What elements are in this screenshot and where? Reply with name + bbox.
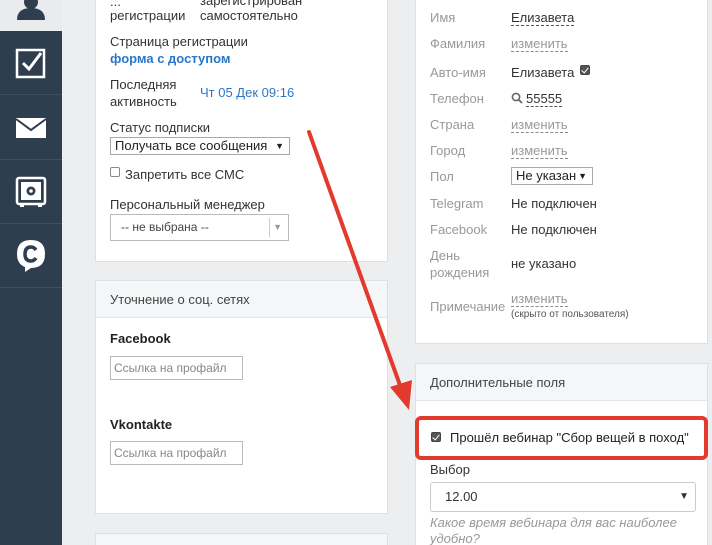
annotation-arrow — [307, 130, 412, 410]
